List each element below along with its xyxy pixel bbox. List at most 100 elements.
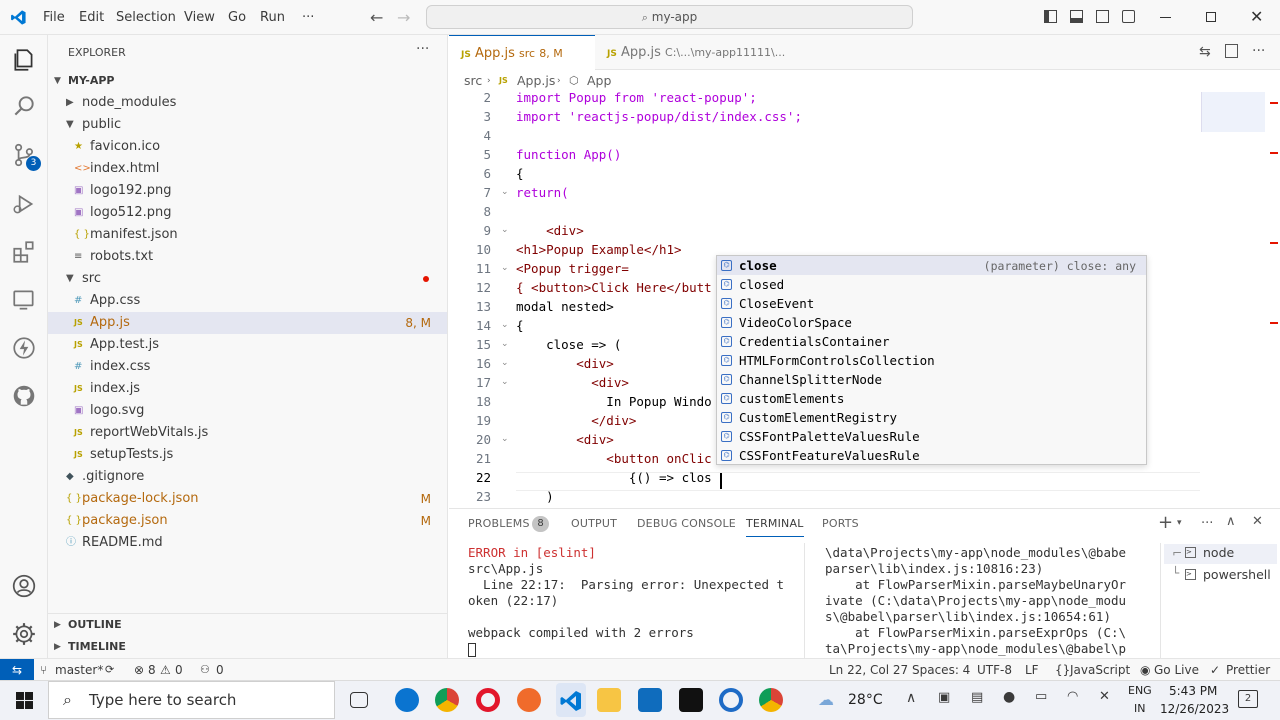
code-line[interactable]: return(	[516, 183, 569, 202]
taskbar-search-box[interactable]: ⌕ Type here to search	[48, 681, 335, 719]
code-line[interactable]: function App()	[516, 145, 621, 164]
panel-tab-terminal[interactable]: TERMINAL	[746, 509, 804, 537]
search-sidebar-icon[interactable]	[11, 93, 37, 119]
minimize-icon[interactable]	[1160, 17, 1171, 18]
toggle-secondary-sidebar-icon[interactable]	[1096, 10, 1109, 23]
postman-icon[interactable]	[517, 688, 541, 712]
code-line[interactable]: )	[516, 487, 554, 506]
panel-tab-output[interactable]: OUTPUT	[571, 509, 617, 539]
new-terminal-icon[interactable]: +	[1158, 512, 1173, 533]
suggestion-item[interactable]: ⌬ VideoColorSpace	[717, 313, 1146, 332]
code-line[interactable]: <div>	[516, 373, 629, 392]
terminal-shell-powershell[interactable]: └ > powershell	[1164, 566, 1277, 586]
timeline-section[interactable]: ▶ TIMELINE	[48, 636, 447, 658]
close-window-icon[interactable]: ✕	[1250, 7, 1263, 26]
tree-item-node-modules[interactable]: ▶ node_modules	[48, 92, 447, 114]
volume-muted-icon[interactable]: ✕	[1099, 689, 1110, 704]
tree-item-package-json[interactable]: { } package.json M	[48, 510, 447, 532]
toggle-panel-icon[interactable]	[1070, 10, 1083, 23]
windows-start-icon[interactable]	[16, 692, 33, 709]
panel-more-icon[interactable]: ···	[1201, 516, 1213, 531]
tree-item-app-css[interactable]: # App.css	[48, 290, 447, 312]
tree-item-app-test-js[interactable]: JS App.test.js	[48, 334, 447, 356]
code-line[interactable]: In Popup Windo	[516, 392, 711, 411]
back-arrow-icon[interactable]: ←	[370, 0, 383, 35]
customize-layout-icon[interactable]	[1122, 10, 1135, 23]
code-line[interactable]: <Popup trigger=	[516, 259, 629, 278]
suggestion-item[interactable]: ⌬ HTMLFormControlsCollection	[717, 351, 1146, 370]
remote-indicator-icon[interactable]: ⇆	[0, 659, 34, 680]
tree-item-reportwebvitals-js[interactable]: JS reportWebVitals.js	[48, 422, 447, 444]
code-line[interactable]: <h1>Popup Example</h1>	[516, 240, 682, 259]
language-mode[interactable]: JavaScript	[1070, 659, 1130, 681]
code-line[interactable]: <div>	[516, 354, 614, 373]
close-panel-icon[interactable]: ✕	[1252, 514, 1263, 529]
menu-file[interactable]: File	[43, 0, 65, 35]
tree-item-favicon-ico[interactable]: ★ favicon.ico	[48, 136, 447, 158]
menu-go[interactable]: Go	[228, 0, 246, 35]
code-line[interactable]: modal nested>	[516, 297, 614, 316]
menu-more[interactable]: ···	[302, 0, 314, 35]
code-line[interactable]: </div>	[516, 411, 636, 430]
tree-item-logo-svg[interactable]: ▣ logo.svg	[48, 400, 447, 422]
end-of-line[interactable]: LF	[1025, 659, 1039, 681]
tree-item-src[interactable]: ▼ src	[48, 268, 447, 290]
encoding[interactable]: UTF-8	[977, 659, 1012, 681]
folder-root[interactable]: ▼ MY-APP	[48, 70, 447, 92]
clock-time[interactable]: 5:43 PM	[1169, 684, 1217, 698]
minimap[interactable]	[1201, 92, 1265, 132]
mail-icon[interactable]	[638, 688, 662, 712]
run-debug-icon[interactable]	[11, 191, 37, 217]
task-view-icon[interactable]	[350, 692, 368, 708]
microphone-icon[interactable]: ●	[1003, 689, 1015, 705]
fold-chevron-icon[interactable]: ⌄	[501, 221, 509, 240]
tree-item-index-css[interactable]: # index.css	[48, 356, 447, 378]
go-live[interactable]: Go Live	[1154, 659, 1199, 681]
chrome-profile-icon[interactable]	[759, 688, 783, 712]
battery-icon[interactable]: ▭	[1035, 689, 1047, 704]
tree-item-public[interactable]: ▼ public	[48, 114, 447, 136]
code-line[interactable]: {() => clos	[516, 468, 712, 487]
menu-run[interactable]: Run	[260, 0, 285, 35]
fold-chevron-icon[interactable]: ⌄	[501, 316, 509, 335]
tree-item-logo512-png[interactable]: ▣ logo512.png	[48, 202, 447, 224]
outline-section[interactable]: ▶ OUTLINE	[48, 614, 447, 636]
fold-chevron-icon[interactable]: ⌄	[501, 373, 509, 392]
suggestion-item[interactable]: ⌬ CSSFontFeatureValuesRule	[717, 446, 1146, 465]
branch-name[interactable]: master*	[55, 659, 103, 681]
maximize-panel-icon[interactable]: ∧	[1226, 514, 1236, 529]
tree-item-app-js[interactable]: JS App.js 8, M	[48, 312, 447, 334]
tab-app-js-other[interactable]: JS App.js C:\...\my-app11111\...	[595, 35, 791, 70]
error-count[interactable]: 8	[148, 659, 156, 681]
panel-tab-debug-console[interactable]: DEBUG CONSOLE	[637, 509, 736, 539]
accounts-icon[interactable]	[11, 573, 37, 599]
language-eng[interactable]: ENG	[1128, 684, 1152, 697]
explorer-more-icon[interactable]: ···	[416, 41, 429, 57]
code-line[interactable]: {	[516, 164, 524, 183]
menu-view[interactable]: View	[184, 0, 215, 35]
panel-tab-problems[interactable]: PROBLEMS	[468, 509, 530, 539]
terminal-shell-node[interactable]: ⌐ > node	[1164, 544, 1277, 564]
tree-item-robots-txt[interactable]: ≡ robots.txt	[48, 246, 447, 268]
github-icon[interactable]	[11, 383, 37, 409]
menu-selection[interactable]: Selection	[116, 0, 176, 35]
tree-item-package-lock-json[interactable]: { } package-lock.json M	[48, 488, 447, 510]
tray-app-icon[interactable]: ▣	[938, 690, 950, 705]
toggle-sidebar-icon[interactable]	[1044, 10, 1057, 23]
editor-scrollbar[interactable]	[1268, 92, 1280, 504]
fold-chevron-icon[interactable]: ⌄	[501, 354, 509, 373]
terminal-taskbar-icon[interactable]	[679, 688, 703, 712]
edge-browser-icon[interactable]	[395, 688, 419, 712]
tree-item-setuptests-js[interactable]: JS setupTests.js	[48, 444, 447, 466]
menu-edit[interactable]: Edit	[79, 0, 104, 35]
chevron-up-icon[interactable]: ∧	[906, 690, 916, 706]
extensions-icon[interactable]	[11, 239, 37, 265]
tree-item-readme-md[interactable]: ⓘ README.md	[48, 532, 447, 554]
forward-arrow-icon[interactable]: →	[397, 0, 410, 35]
notifications-icon[interactable]: 2	[1238, 690, 1258, 708]
settings-gear-icon[interactable]	[11, 621, 37, 647]
split-editor-icon[interactable]	[1225, 44, 1238, 58]
command-center[interactable]: ⌕ my-app	[426, 5, 913, 29]
tree-item-index-js[interactable]: JS index.js	[48, 378, 447, 400]
chevron-down-icon[interactable]: ▾	[1177, 518, 1182, 528]
